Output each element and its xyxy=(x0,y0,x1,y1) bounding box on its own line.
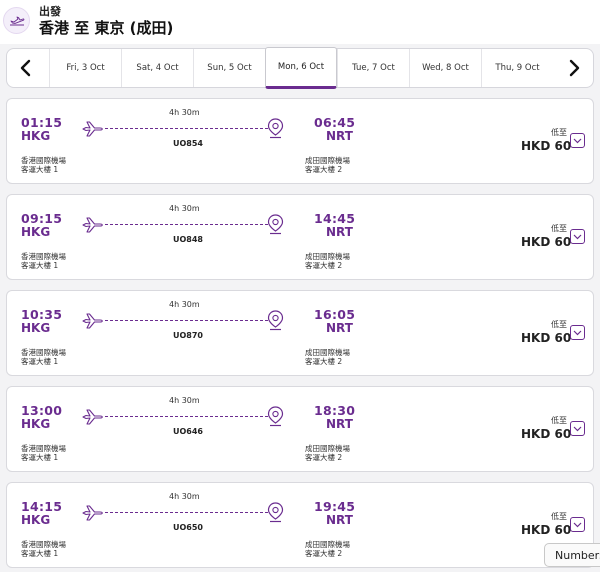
arrival-terminal: 客運大樓 2 xyxy=(305,165,343,174)
date-tab-sun-5-oct[interactable]: Sun, 5 Oct xyxy=(193,49,265,87)
arrival-time: 14:45 xyxy=(314,211,356,226)
departure-time: 10:35 xyxy=(21,307,63,322)
flight-duration: 4h 30m xyxy=(169,396,200,405)
flight-number: UO870 xyxy=(173,331,203,340)
price-value: HKD 60 xyxy=(521,427,572,441)
chevron-down-icon xyxy=(573,426,582,431)
plane-icon xyxy=(82,121,103,137)
flight-duration: 4h 30m xyxy=(169,204,200,213)
flight-duration: 4h 30m xyxy=(169,108,200,117)
plane-icon xyxy=(82,409,103,425)
location-pin-icon xyxy=(267,406,284,427)
price-label: 低至 xyxy=(551,416,567,425)
arrival-time: 06:45 xyxy=(314,115,356,130)
departure-code: HKG xyxy=(21,129,51,143)
price-label: 低至 xyxy=(551,128,567,137)
flight-number: UO854 xyxy=(173,139,203,148)
date-tab-tue-7-oct[interactable]: Tue, 7 Oct xyxy=(337,49,409,87)
expand-button[interactable] xyxy=(570,133,585,148)
expand-button[interactable] xyxy=(570,325,585,340)
location-pin-icon xyxy=(267,214,284,235)
route-line xyxy=(105,320,268,321)
flight-duration: 4h 30m xyxy=(169,492,200,501)
chevron-down-icon xyxy=(573,330,582,335)
flight-card[interactable]: 01:15 HKG 4h 30m UO854 06:45 NRT 香港國際機場 … xyxy=(6,98,594,184)
date-tab-fri-3-oct[interactable]: Fri, 3 Oct xyxy=(49,49,121,87)
price-value: HKD 60 xyxy=(521,331,572,345)
departure-code: HKG xyxy=(21,417,51,431)
departure-time: 09:15 xyxy=(21,211,63,226)
flight-number: UO848 xyxy=(173,235,203,244)
arrival-terminal: 客運大樓 2 xyxy=(305,549,343,558)
departure-code: HKG xyxy=(21,321,51,335)
departure-code: HKG xyxy=(21,513,51,527)
chevron-right-icon xyxy=(569,59,580,77)
route-line xyxy=(105,128,268,129)
arrival-code: NRT xyxy=(326,513,353,527)
price-value: HKD 60 xyxy=(521,523,572,537)
arrival-terminal: 客運大樓 2 xyxy=(305,261,343,270)
location-pin-icon xyxy=(267,502,284,523)
plane-icon xyxy=(82,505,103,521)
departure-time: 13:00 xyxy=(21,403,63,418)
date-tab-thu-9-oct[interactable]: Thu, 9 Oct xyxy=(481,49,553,87)
price-value: HKD 60 xyxy=(521,139,572,153)
location-pin-icon xyxy=(267,310,284,331)
flight-card[interactable]: 10:35 HKG 4h 30m UO870 16:05 NRT 香港國際機場 … xyxy=(6,290,594,376)
location-pin-icon xyxy=(267,118,284,139)
date-tab-sat-4-oct[interactable]: Sat, 4 Oct xyxy=(121,49,193,87)
arrival-code: NRT xyxy=(326,225,353,239)
arrival-code: NRT xyxy=(326,129,353,143)
arrival-time: 19:45 xyxy=(314,499,356,514)
flight-card[interactable]: 14:15 HKG 4h 30m UO650 19:45 NRT 香港國際機場 … xyxy=(6,482,594,568)
expand-button[interactable] xyxy=(570,421,585,436)
expand-button[interactable] xyxy=(570,229,585,244)
prev-date-button[interactable] xyxy=(7,49,45,87)
departure-time: 01:15 xyxy=(21,115,63,130)
departure-code: HKG xyxy=(21,225,51,239)
flight-card[interactable]: 09:15 HKG 4h 30m UO848 14:45 NRT 香港國際機場 … xyxy=(6,194,594,280)
date-tab-mon-6-oct[interactable]: Mon, 6 Oct xyxy=(265,47,337,89)
flight-card[interactable]: 13:00 HKG 4h 30m UO646 18:30 NRT 香港國際機場 … xyxy=(6,386,594,472)
arrival-code: NRT xyxy=(326,417,353,431)
tooltip: Numbers xyxy=(544,543,600,567)
chevron-down-icon xyxy=(573,522,582,527)
departure-terminal: 客運大樓 1 xyxy=(21,165,59,174)
arrival-terminal: 客運大樓 2 xyxy=(305,453,343,462)
chevron-down-icon xyxy=(573,234,582,239)
price-label: 低至 xyxy=(551,224,567,233)
departure-terminal: 客運大樓 1 xyxy=(21,357,59,366)
chevron-left-icon xyxy=(20,59,31,77)
price-label: 低至 xyxy=(551,320,567,329)
plane-icon xyxy=(82,217,103,233)
chevron-down-icon xyxy=(573,138,582,143)
flight-number: UO650 xyxy=(173,523,203,532)
departure-terminal: 客運大樓 1 xyxy=(21,453,59,462)
expand-button[interactable] xyxy=(570,517,585,532)
price-value: HKD 60 xyxy=(521,235,572,249)
route-line xyxy=(105,512,268,513)
price-label: 低至 xyxy=(551,512,567,521)
plane-icon xyxy=(82,313,103,329)
departure-terminal: 客運大樓 1 xyxy=(21,261,59,270)
route-title: 香港 至 東京 (成田) xyxy=(39,19,174,37)
route-line xyxy=(105,416,268,417)
arrival-code: NRT xyxy=(326,321,353,335)
date-selector: Fri, 3 Oct Sat, 4 Oct Sun, 5 Oct Mon, 6 … xyxy=(6,47,594,89)
flight-number: UO646 xyxy=(173,427,203,436)
arrival-terminal: 客運大樓 2 xyxy=(305,357,343,366)
arrival-time: 16:05 xyxy=(314,307,356,322)
route-line xyxy=(105,224,268,225)
flight-duration: 4h 30m xyxy=(169,300,200,309)
departure-time: 14:15 xyxy=(21,499,63,514)
arrival-time: 18:30 xyxy=(314,403,356,418)
departure-terminal: 客運大樓 1 xyxy=(21,549,59,558)
plane-departure-icon xyxy=(3,7,30,34)
date-tab-wed-8-oct[interactable]: Wed, 8 Oct xyxy=(409,49,481,87)
next-date-button[interactable] xyxy=(555,49,593,87)
page-header: 出發 香港 至 東京 (成田) xyxy=(0,0,600,44)
